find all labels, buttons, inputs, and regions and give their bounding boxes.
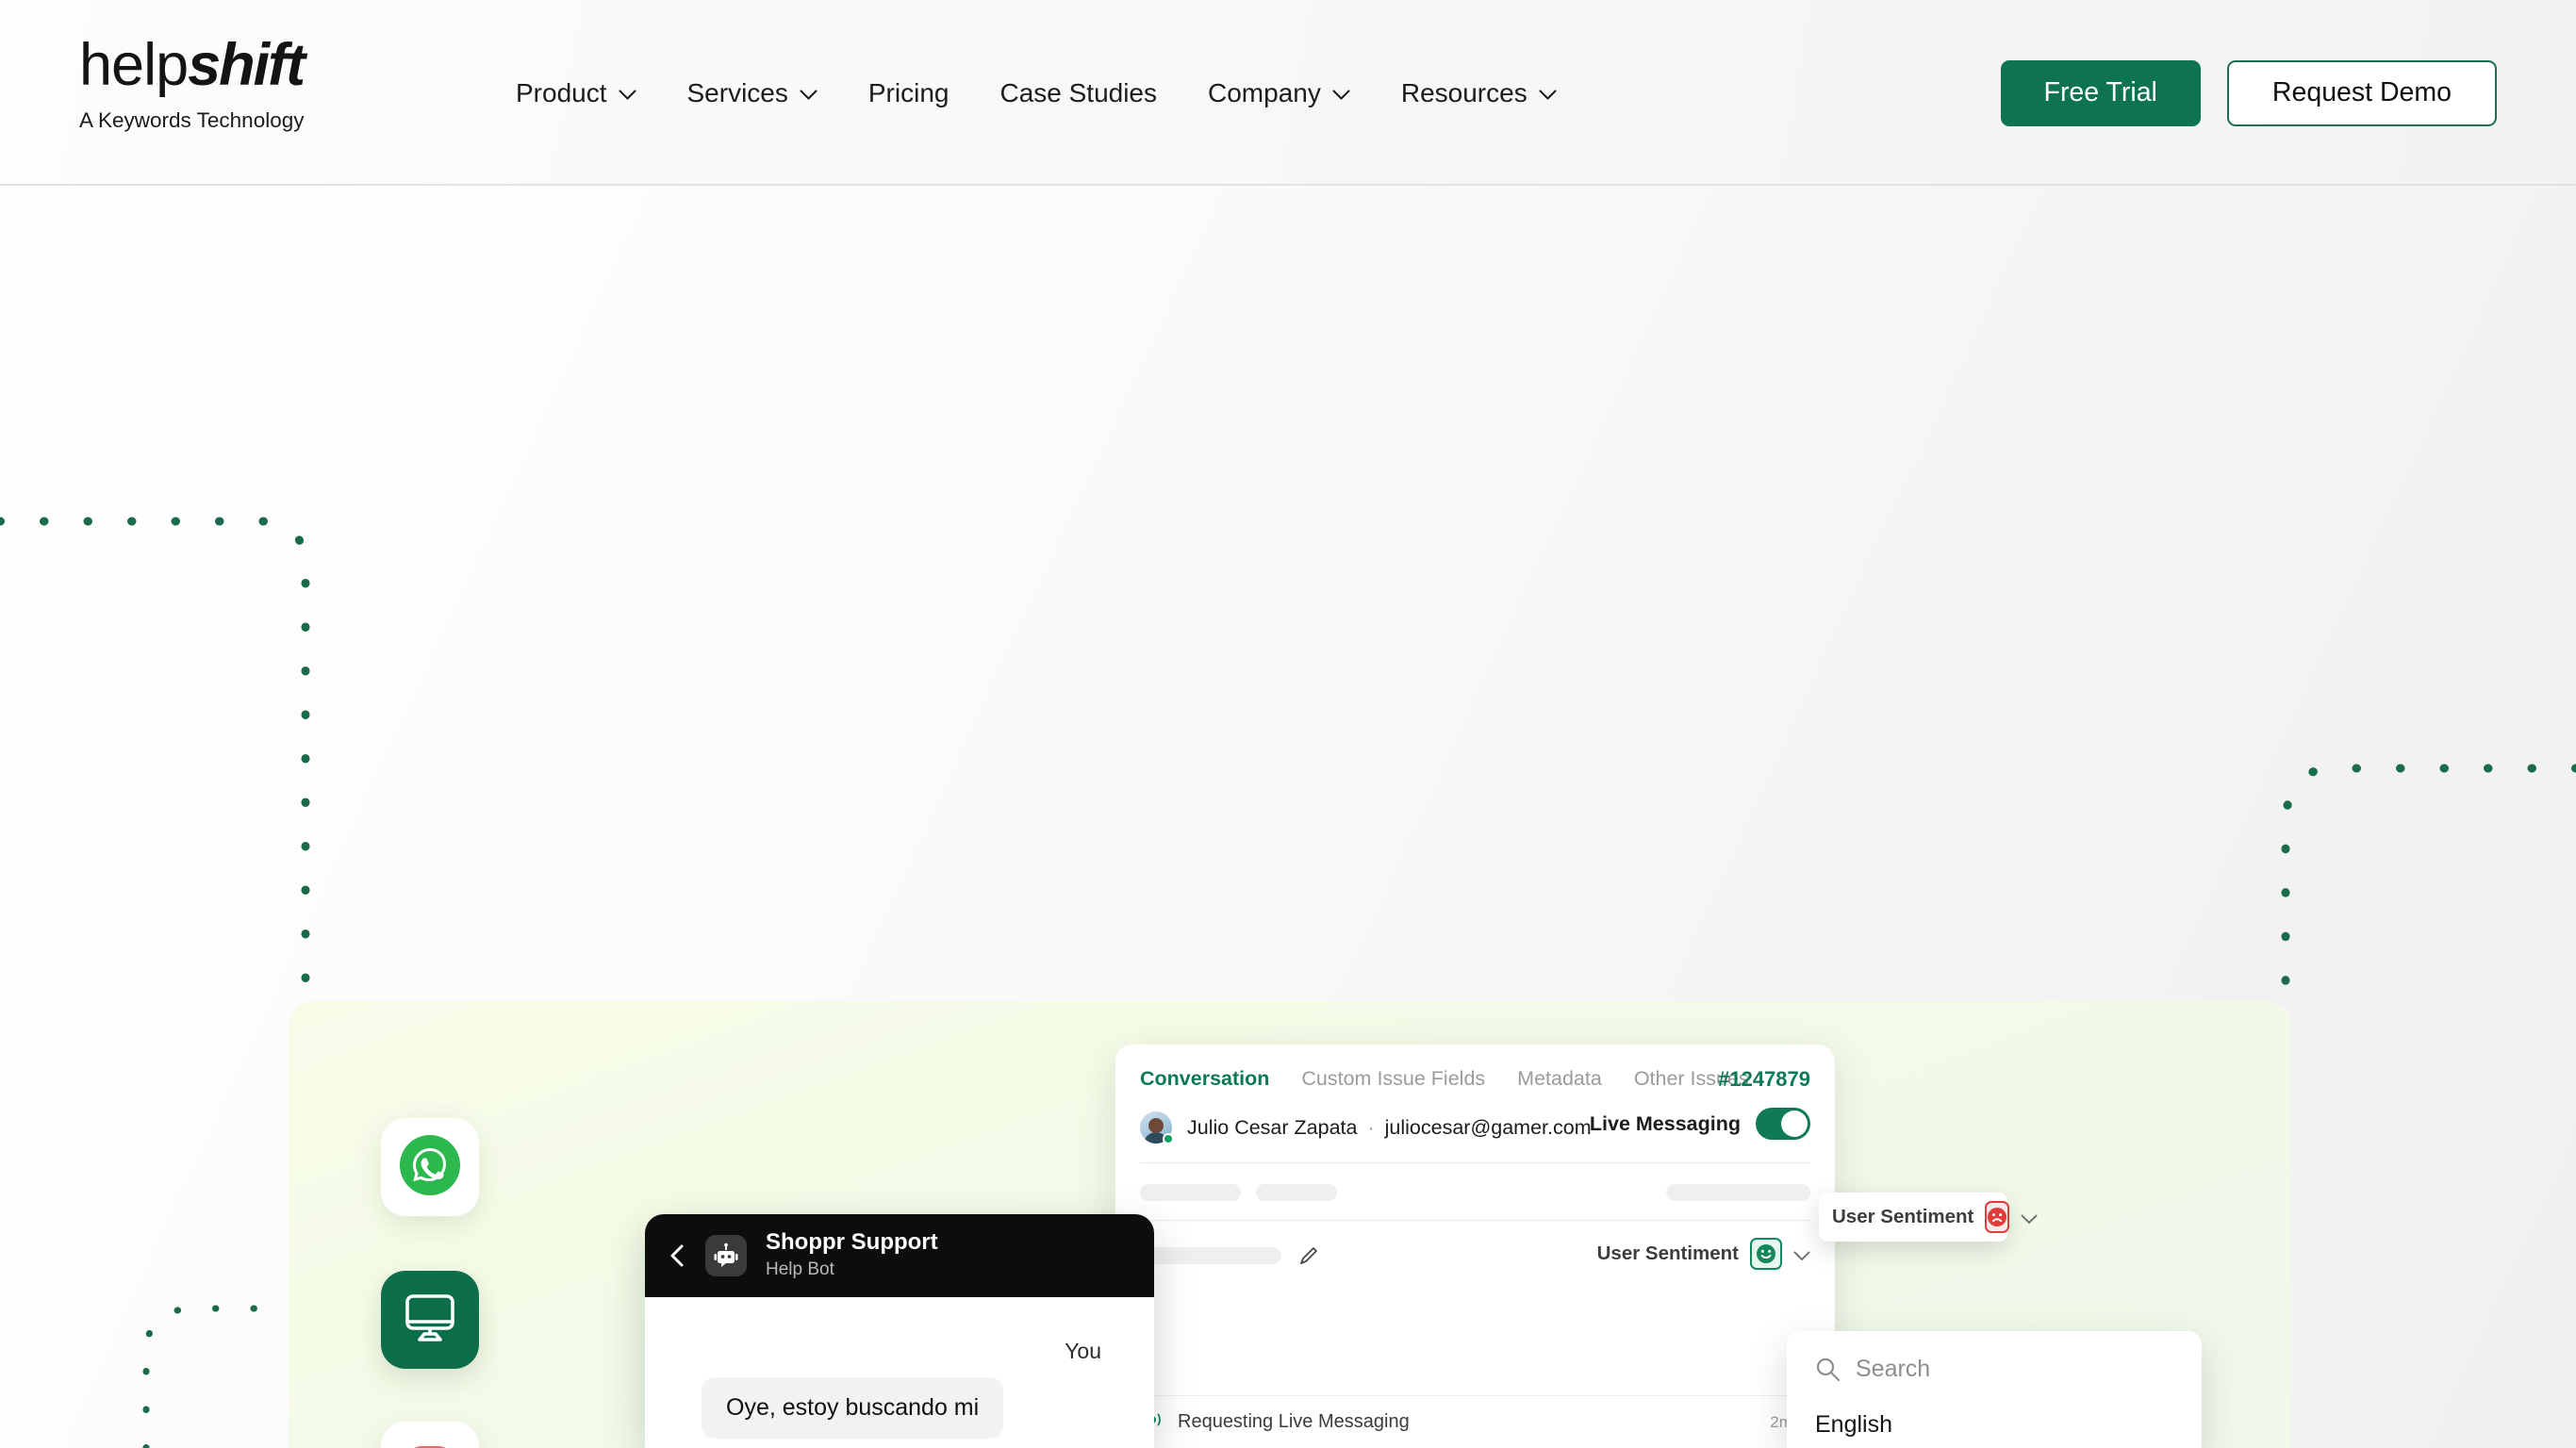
chevron-down-icon bbox=[618, 90, 636, 100]
chevron-down-icon bbox=[800, 90, 817, 100]
whatsapp-channel-card[interactable] bbox=[381, 1118, 479, 1216]
back-chevron-icon[interactable] bbox=[666, 1243, 690, 1268]
chat-header: Shoppr Support Help Bot bbox=[645, 1214, 1154, 1297]
live-messaging-toggle[interactable] bbox=[1756, 1108, 1810, 1140]
agent-console-card: Conversation Custom Issue Fields Metadat… bbox=[1115, 1045, 1835, 1448]
nav-item-product[interactable]: Product bbox=[490, 78, 662, 108]
landing-page: helpshift A Keywords Technology Product … bbox=[0, 0, 2576, 1448]
request-demo-button[interactable]: Request Demo bbox=[2226, 59, 2497, 126]
brand-logo[interactable]: helpshift A Keywords Technology bbox=[79, 36, 315, 133]
live-messaging-control: Live Messaging bbox=[1590, 1108, 1810, 1140]
chat-app-subtitle: Help Bot bbox=[766, 1259, 834, 1279]
skeleton-bar bbox=[1256, 1184, 1337, 1201]
header-action-buttons: Free Trial Request Demo bbox=[2000, 0, 2497, 186]
search-icon bbox=[1815, 1357, 1841, 1382]
live-messaging-label: Live Messaging bbox=[1589, 1111, 1741, 1135]
nav-item-company[interactable]: Company bbox=[1182, 78, 1376, 108]
online-status-dot bbox=[1163, 1133, 1174, 1144]
message-sender-label: You bbox=[1065, 1339, 1101, 1363]
ticket-id-label: #1247879 bbox=[1718, 1067, 1810, 1091]
tab-metadata[interactable]: Metadata bbox=[1517, 1067, 1602, 1091]
whatsapp-icon bbox=[399, 1134, 461, 1201]
nav-item-resources[interactable]: Resources bbox=[1376, 78, 1582, 108]
logo-wordmark: helpshift bbox=[79, 36, 315, 95]
tab-custom-issue-fields[interactable]: Custom Issue Fields bbox=[1301, 1067, 1485, 1091]
logo-tagline: A Keywords Technology bbox=[79, 108, 305, 132]
web-desktop-channel-card[interactable] bbox=[381, 1271, 479, 1369]
chevron-down-icon bbox=[1332, 90, 1350, 100]
nav-label-pricing: Pricing bbox=[867, 77, 949, 107]
edit-pencil-icon[interactable] bbox=[1298, 1245, 1319, 1266]
chat-message-list: You Oye, estoy buscando mi bbox=[645, 1297, 1154, 1439]
user-name-label: Julio Cesar Zapata bbox=[1187, 1115, 1358, 1139]
user-sentiment-label: User Sentiment bbox=[1596, 1242, 1739, 1264]
chevron-down-icon bbox=[1539, 90, 1557, 100]
skeleton-bar bbox=[1666, 1184, 1810, 1201]
nav-label-product: Product bbox=[516, 77, 607, 107]
chevron-down-icon[interactable] bbox=[1793, 1249, 1810, 1260]
console-skeleton-row-1 bbox=[1115, 1163, 1835, 1201]
help-bot-avatar-icon bbox=[705, 1235, 747, 1276]
console-skeleton-row-2: User Sentiment bbox=[1115, 1221, 1835, 1270]
nav-label-case-studies: Case Studies bbox=[999, 77, 1158, 107]
nav-item-pricing[interactable]: Pricing bbox=[843, 78, 975, 108]
dropdown-option-english[interactable]: English bbox=[1787, 1383, 2202, 1439]
mobile-chat-window: Shoppr Support Help Bot You Oye, estoy b… bbox=[645, 1214, 1154, 1448]
happy-face-icon[interactable] bbox=[1750, 1238, 1782, 1270]
nav-label-services: Services bbox=[686, 77, 788, 107]
search-row[interactable]: Search bbox=[1787, 1331, 2202, 1383]
social-channel-icon bbox=[402, 1440, 458, 1448]
main-navigation: Product Services Pricing Case Studies Co… bbox=[490, 0, 1582, 186]
user-email-label: juliocesar@gamer.com bbox=[1384, 1115, 1592, 1139]
user-separator: · bbox=[1367, 1115, 1375, 1139]
desktop-monitor-icon bbox=[402, 1291, 458, 1350]
chat-app-title: Shoppr Support bbox=[766, 1229, 938, 1256]
console-tab-bar: Conversation Custom Issue Fields Metadat… bbox=[1115, 1045, 1835, 1091]
third-channel-card[interactable] bbox=[381, 1422, 479, 1448]
search-input[interactable]: Search bbox=[1856, 1356, 1930, 1383]
user-sentiment-popover[interactable]: User Sentiment bbox=[1819, 1193, 2038, 1242]
console-status-footer: Requesting Live Messaging 2m ago bbox=[1115, 1395, 1835, 1448]
language-search-dropdown: Search English bbox=[1787, 1331, 2202, 1448]
sad-face-icon[interactable] bbox=[1985, 1201, 2010, 1233]
nav-label-resources: Resources bbox=[1400, 77, 1527, 107]
free-trial-button[interactable]: Free Trial bbox=[2000, 59, 2201, 126]
skeleton-bar bbox=[1140, 1247, 1281, 1264]
nav-item-services[interactable]: Services bbox=[662, 78, 843, 108]
avatar bbox=[1140, 1111, 1174, 1144]
chevron-down-icon[interactable] bbox=[2021, 1212, 2038, 1224]
user-sentiment-inline: User Sentiment bbox=[1597, 1238, 1810, 1270]
user-sentiment-label: User Sentiment bbox=[1832, 1206, 1974, 1227]
site-header: helpshift A Keywords Technology Product … bbox=[0, 0, 2576, 186]
tab-conversation[interactable]: Conversation bbox=[1140, 1067, 1269, 1091]
skeleton-bar bbox=[1140, 1184, 1241, 1201]
chat-message-bubble: Oye, estoy buscando mi bbox=[702, 1377, 1004, 1439]
nav-item-case-studies[interactable]: Case Studies bbox=[974, 78, 1182, 108]
nav-label-company: Company bbox=[1208, 77, 1321, 107]
logo-shift-text: shift bbox=[188, 32, 305, 98]
logo-help-text: help bbox=[79, 32, 189, 98]
console-user-row: Julio Cesar Zapata · juliocesar@gamer.co… bbox=[1115, 1091, 1835, 1144]
console-status-text: Requesting Live Messaging bbox=[1178, 1411, 1410, 1432]
